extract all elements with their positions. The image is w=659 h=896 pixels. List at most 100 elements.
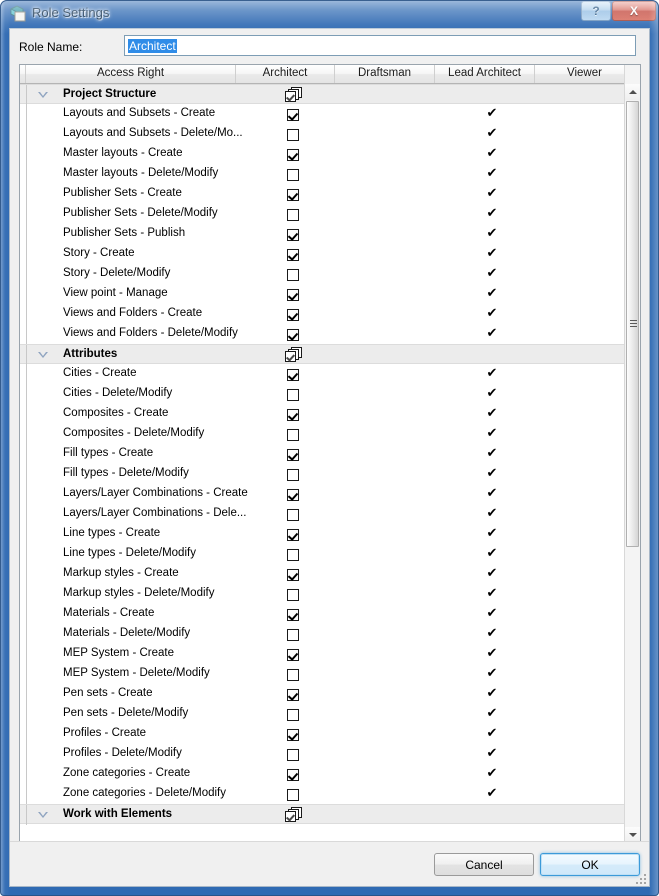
architect-checkbox[interactable]	[287, 549, 299, 561]
grid-row[interactable]: Markup styles - Delete/Modify ✔	[20, 584, 625, 604]
column-header-viewer[interactable]: Viewer	[535, 65, 635, 83]
architect-checkbox[interactable]	[287, 329, 299, 341]
ok-button[interactable]: OK	[540, 853, 640, 876]
architect-checkbox[interactable]	[287, 409, 299, 421]
grid-row[interactable]: Markup styles - Create ✔	[20, 564, 625, 584]
column-header-access_right[interactable]: Access Right	[26, 65, 236, 83]
expand-collapse-triangle-icon[interactable]	[38, 812, 48, 818]
row-gutter	[20, 124, 27, 144]
architect-checkbox[interactable]	[287, 689, 299, 701]
grid-row[interactable]: Materials - Create ✔	[20, 604, 625, 624]
architect-checkbox[interactable]	[287, 669, 299, 681]
column-header-architect[interactable]: Architect	[236, 65, 335, 83]
architect-checkbox[interactable]	[287, 269, 299, 281]
architect-checkbox[interactable]	[287, 649, 299, 661]
architect-checkbox[interactable]	[287, 249, 299, 261]
grid-group-row[interactable]: Work with Elements	[20, 804, 625, 825]
architect-checkbox[interactable]	[287, 149, 299, 161]
grid-row[interactable]: Layers/Layer Combinations - Dele... ✔	[20, 504, 625, 524]
architect-checkbox[interactable]	[287, 569, 299, 581]
grid-row[interactable]: MEP System - Create ✔	[20, 644, 625, 664]
grid-row[interactable]: Profiles - Create ✔	[20, 724, 625, 744]
architect-checkbox[interactable]	[287, 769, 299, 781]
grid-body[interactable]: Project Structure Layouts and Subsets - C…	[20, 84, 625, 844]
vertical-scrollbar-thumb[interactable]	[626, 101, 639, 547]
grid-row[interactable]: MEP System - Delete/Modify ✔	[20, 664, 625, 684]
architect-checkbox[interactable]	[287, 389, 299, 401]
grid-row[interactable]: Composites - Create ✔	[20, 404, 625, 424]
architect-checkbox[interactable]	[287, 169, 299, 181]
architect-checkbox[interactable]	[287, 529, 299, 541]
architect-checkbox[interactable]	[287, 729, 299, 741]
multi-state-checkbox-icon[interactable]	[285, 87, 303, 103]
close-button[interactable]: X	[612, 1, 656, 21]
lead-architect-check-icon: ✔	[486, 126, 498, 141]
resize-grip-icon[interactable]	[634, 872, 646, 884]
grid-row[interactable]: Views and Folders - Create ✔	[20, 304, 625, 324]
column-header-draftsman[interactable]: Draftsman	[335, 65, 435, 83]
expand-collapse-triangle-icon[interactable]	[38, 352, 48, 358]
grid-row[interactable]: Layers/Layer Combinations - Create ✔	[20, 484, 625, 504]
grid-row[interactable]: Cities - Delete/Modify ✔	[20, 384, 625, 404]
row-gutter	[20, 204, 27, 224]
grid-row[interactable]: Publisher Sets - Publish ✔	[20, 224, 625, 244]
architect-checkbox[interactable]	[287, 629, 299, 641]
vertical-scrollbar[interactable]	[624, 65, 640, 844]
grid-group-row[interactable]: Attributes	[20, 344, 625, 365]
grid-row[interactable]: Materials - Delete/Modify ✔	[20, 624, 625, 644]
grid-group-row[interactable]: Project Structure	[20, 84, 625, 105]
grid-row[interactable]: Publisher Sets - Create ✔	[20, 184, 625, 204]
architect-checkbox[interactable]	[287, 789, 299, 801]
expand-collapse-triangle-icon[interactable]	[38, 92, 48, 98]
multi-state-checkbox-icon[interactable]	[285, 807, 303, 823]
grid-row[interactable]: Pen sets - Delete/Modify ✔	[20, 704, 625, 724]
architect-checkbox[interactable]	[287, 429, 299, 441]
architect-checkbox[interactable]	[287, 509, 299, 521]
grid-row[interactable]: Layouts and Subsets - Create ✔	[20, 104, 625, 124]
grid-row[interactable]: Pen sets - Create ✔	[20, 684, 625, 704]
architect-checkbox[interactable]	[287, 309, 299, 321]
grid-row[interactable]: Zone categories - Create ✔	[20, 764, 625, 784]
lead-architect-check-icon: ✔	[486, 226, 498, 241]
scroll-up-button[interactable]	[625, 84, 640, 100]
grid-row[interactable]: Composites - Delete/Modify ✔	[20, 424, 625, 444]
grid-row[interactable]: Master layouts - Create ✔	[20, 144, 625, 164]
architect-checkbox[interactable]	[287, 449, 299, 461]
grid-row[interactable]: Story - Delete/Modify ✔	[20, 264, 625, 284]
help-button[interactable]: ?	[581, 1, 611, 21]
grid-row[interactable]: Line types - Create ✔	[20, 524, 625, 544]
architect-checkbox[interactable]	[287, 369, 299, 381]
architect-checkbox[interactable]	[287, 129, 299, 141]
grid-row[interactable]: Fill types - Delete/Modify ✔	[20, 464, 625, 484]
architect-checkbox[interactable]	[287, 109, 299, 121]
title-bar[interactable]: Role Settings ? X	[0, 0, 659, 28]
lead-architect-check-icon: ✔	[486, 726, 498, 741]
architect-checkbox[interactable]	[287, 469, 299, 481]
architect-checkbox[interactable]	[287, 289, 299, 301]
grid-row[interactable]: Line types - Delete/Modify ✔	[20, 544, 625, 564]
grid-row[interactable]: Story - Create ✔	[20, 244, 625, 264]
role-name-input[interactable]: Architect	[124, 35, 636, 56]
architect-checkbox[interactable]	[287, 749, 299, 761]
access-right-label: Master layouts - Create	[63, 147, 183, 159]
multi-state-checkbox-icon[interactable]	[285, 347, 303, 363]
architect-checkbox[interactable]	[287, 229, 299, 241]
architect-checkbox[interactable]	[287, 709, 299, 721]
grid-row[interactable]: Views and Folders - Delete/Modify ✔	[20, 324, 625, 344]
cancel-button[interactable]: Cancel	[434, 853, 534, 876]
architect-checkbox[interactable]	[287, 589, 299, 601]
grid-row[interactable]: Master layouts - Delete/Modify ✔	[20, 164, 625, 184]
architect-checkbox[interactable]	[287, 489, 299, 501]
column-header-lead_architect[interactable]: Lead Architect	[435, 65, 535, 83]
grid-row[interactable]: Layouts and Subsets - Delete/Mo... ✔	[20, 124, 625, 144]
architect-checkbox[interactable]	[287, 209, 299, 221]
grid-row[interactable]: Profiles - Delete/Modify ✔	[20, 744, 625, 764]
grid-row[interactable]: Zone categories - Delete/Modify ✔	[20, 784, 625, 804]
grid-row[interactable]: Fill types - Create ✔	[20, 444, 625, 464]
access-right-label: Composites - Create	[63, 407, 169, 419]
grid-row[interactable]: Publisher Sets - Delete/Modify ✔	[20, 204, 625, 224]
architect-checkbox[interactable]	[287, 609, 299, 621]
grid-row[interactable]: Cities - Create ✔	[20, 364, 625, 384]
architect-checkbox[interactable]	[287, 189, 299, 201]
grid-row[interactable]: View point - Manage ✔	[20, 284, 625, 304]
